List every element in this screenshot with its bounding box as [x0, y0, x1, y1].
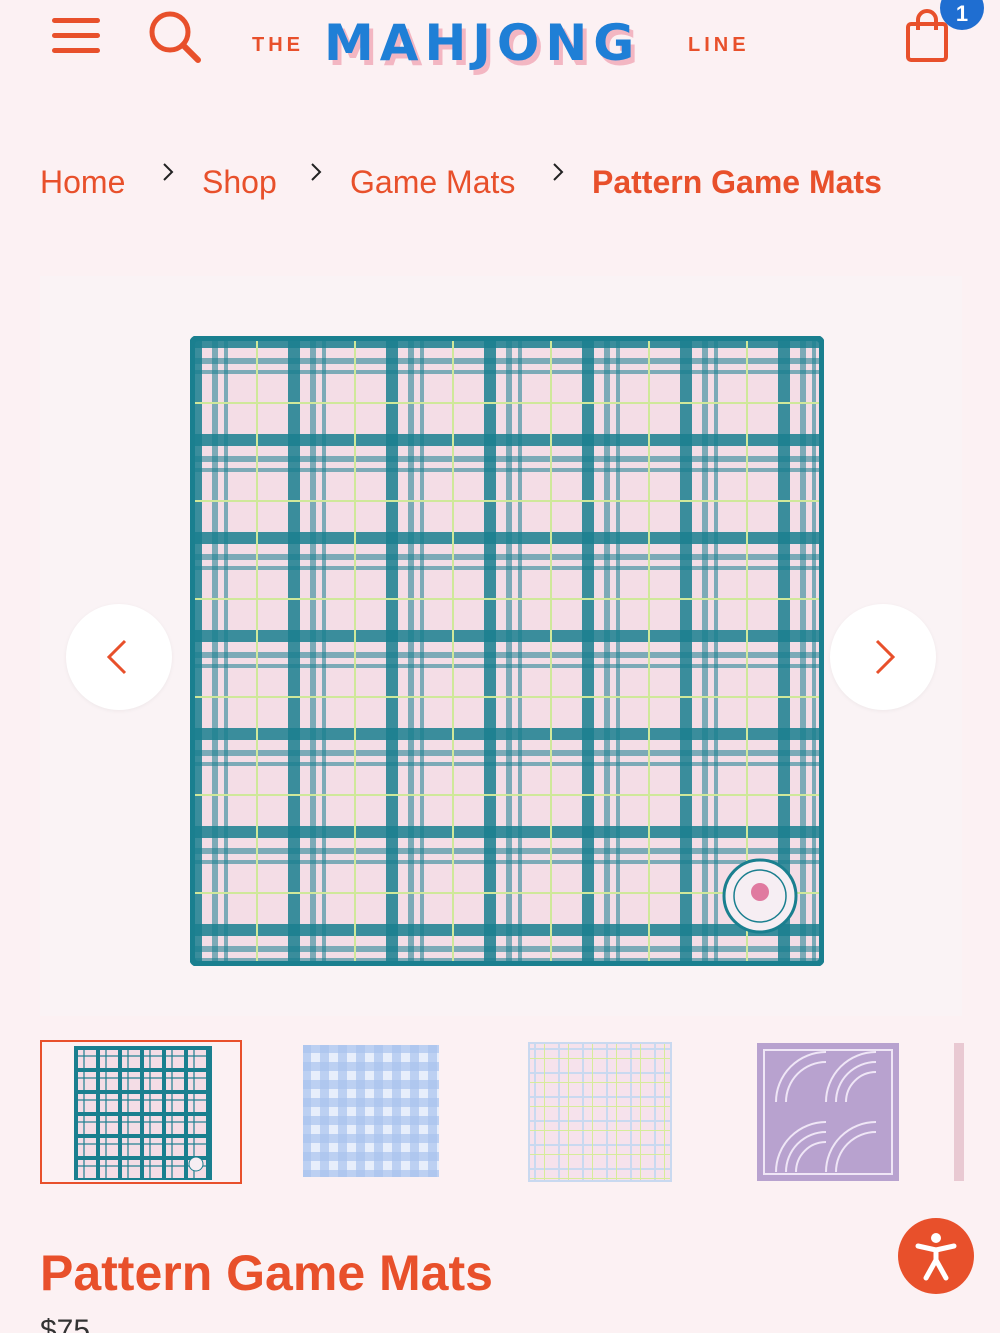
menu-button[interactable]: [48, 14, 104, 58]
chevron-right-icon: [163, 163, 174, 181]
chevron-right-icon: [553, 163, 564, 181]
next-image-button[interactable]: [830, 604, 936, 710]
thumbnail-blue-gingham[interactable]: [300, 1040, 442, 1184]
thumbnail-teal-plaid[interactable]: [40, 1040, 242, 1184]
accessibility-button[interactable]: [898, 1218, 974, 1294]
menu-bar: [52, 33, 100, 38]
product-image-teal-plaid-mat: [190, 336, 824, 966]
breadcrumb-current: Pattern Game Mats: [592, 164, 882, 200]
chevron-right-icon: [311, 163, 322, 181]
thumbnail-lavender-arcs[interactable]: [756, 1040, 902, 1184]
logo-main: MAHJONG: [324, 14, 641, 72]
thumbnail-partial[interactable]: [954, 1040, 1000, 1184]
search-button[interactable]: [146, 8, 204, 64]
chevron-right-icon: [875, 639, 896, 675]
breadcrumb-home[interactable]: Home: [40, 164, 125, 201]
breadcrumb: Home Shop Game Mats Pattern Game Mats: [0, 160, 1000, 210]
accessibility-icon: [915, 1233, 957, 1281]
product-image-gallery[interactable]: [40, 276, 962, 1016]
breadcrumb-shop[interactable]: Shop: [202, 164, 277, 201]
product-price: $75: [40, 1314, 91, 1333]
site-header: THE MAHJONG LINE 1: [0, 0, 1000, 110]
site-logo[interactable]: THE MAHJONG LINE: [250, 14, 760, 76]
previous-image-button[interactable]: [66, 604, 172, 710]
logo-the: THE: [252, 34, 304, 56]
chevron-left-icon: [106, 639, 127, 675]
breadcrumb-game-mats[interactable]: Game Mats: [350, 164, 515, 201]
logo-line: LINE: [688, 34, 750, 56]
menu-bar: [52, 48, 100, 53]
thumbnail-strip: [40, 1040, 1000, 1186]
brand-seal: [722, 858, 798, 934]
product-title: Pattern Game Mats: [40, 1245, 493, 1301]
thumbnail-pink-plaid[interactable]: [526, 1040, 674, 1184]
search-icon: [149, 11, 201, 63]
menu-bar: [52, 18, 100, 23]
